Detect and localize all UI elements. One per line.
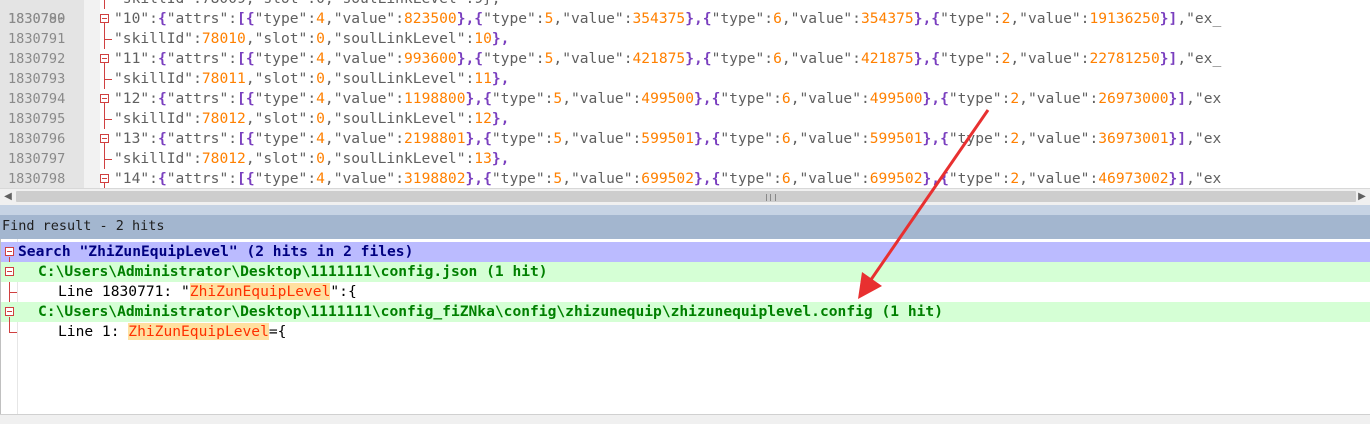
line-number: 1830794	[8, 91, 66, 107]
scroll-left-icon[interactable]: ◀	[0, 189, 16, 205]
code-editor[interactable]: 1830789 "skillId":78009,"slot":0,"soulLi…	[0, 0, 1370, 188]
line-number: 1830798	[8, 171, 66, 187]
fold-collapse-icon[interactable]	[100, 54, 109, 63]
collapse-icon[interactable]	[5, 267, 14, 276]
tree-hook	[9, 292, 17, 293]
editor-line: 1830791 "skillId":78010,"slot":0,"soulLin…	[0, 29, 1370, 49]
fold-collapse-icon[interactable]	[100, 174, 109, 183]
result-hit-row[interactable]: Line 1: ZhiZunEquipLevel={	[1, 322, 1370, 342]
editor-line: 1830793 "skillId":78011,"slot":0,"soulLin…	[0, 69, 1370, 89]
fold-collapse-icon[interactable]	[100, 94, 109, 103]
line-code: "11":{"attrs":[{"type":4,"value":993600}…	[114, 50, 1222, 67]
line-number: 1830797	[8, 151, 66, 167]
collapse-icon[interactable]	[5, 307, 14, 316]
line-code: "skillId":78012,"slot":0,"soulLinkLevel"…	[114, 110, 510, 127]
line-number: 1830793	[8, 71, 66, 87]
pane-splitter[interactable]	[0, 205, 1370, 215]
find-results-panel[interactable]: Search "ZhiZunEquipLevel" (2 hits in 2 f…	[0, 239, 1370, 414]
editor-line: 1830792 "11":{"attrs":[{"type":4,"value":…	[0, 49, 1370, 69]
tree-hook	[9, 332, 17, 333]
fold-collapse-icon[interactable]	[100, 134, 109, 143]
scrollbar-thumb[interactable]	[16, 191, 1356, 202]
editor-line: 1830795 "skillId":78012,"slot":0,"soulLin…	[0, 109, 1370, 129]
line-number: 1830796	[8, 131, 66, 147]
editor-line: 1830796 "13":{"attrs":[{"type":4,"value":…	[0, 129, 1370, 149]
result-hit-row[interactable]: Line 1830771: "ZhiZunEquipLevel":{	[1, 282, 1370, 302]
search-summary-row[interactable]: Search "ZhiZunEquipLevel" (2 hits in 2 f…	[1, 242, 1370, 262]
horizontal-scrollbar[interactable]: ◀ ▶	[0, 188, 1370, 205]
line-number: 1830792	[8, 51, 66, 67]
scroll-right-icon[interactable]: ▶	[1354, 189, 1370, 205]
editor-line: 1830798 "14":{"attrs":[{"type":4,"value":…	[0, 169, 1370, 188]
collapse-icon[interactable]	[5, 247, 14, 256]
line-code: "13":{"attrs":[{"type":4,"value":2198801…	[114, 130, 1222, 147]
editor-line: 1830790 "10":{"attrs":[{"type":4,"value":…	[0, 9, 1370, 29]
line-code: "skillId":78012,"slot":0,"soulLinkLevel"…	[114, 150, 510, 167]
line-number: 1830791	[8, 31, 66, 47]
fold-end-hook	[104, 39, 112, 40]
match-highlight: ZhiZunEquipLevel	[189, 283, 331, 300]
line-code: "skillId":78011,"slot":0,"soulLinkLevel"…	[114, 70, 510, 87]
result-file-row[interactable]: C:\Users\Administrator\Desktop\1111111\c…	[1, 302, 1370, 322]
fold-collapse-icon[interactable]	[100, 14, 109, 23]
editor-line: 1830797 "skillId":78012,"slot":0,"soulLin…	[0, 149, 1370, 169]
line-code: "skillId":78010,"slot":0,"soulLinkLevel"…	[114, 30, 510, 47]
grip-icon	[766, 194, 776, 201]
fold-line	[104, 0, 105, 9]
line-code: "14":{"attrs":[{"type":4,"value":3198802…	[114, 170, 1222, 187]
fold-end-hook	[104, 159, 112, 160]
result-file-row[interactable]: C:\Users\Administrator\Desktop\1111111\c…	[1, 262, 1370, 282]
line-code: "12":{"attrs":[{"type":4,"value":1198800…	[114, 90, 1222, 107]
editor-line: 1830794 "12":{"attrs":[{"type":4,"value":…	[0, 89, 1370, 109]
editor-line-partial: 1830789 "skillId":78009,"slot":0,"soulLi…	[0, 0, 1370, 27]
line-number: 1830790	[8, 11, 66, 27]
line-code: "10":{"attrs":[{"type":4,"value":823500}…	[114, 10, 1222, 27]
find-result-title-bar: Find result - 2 hits	[0, 215, 1370, 239]
fold-end-hook	[104, 79, 112, 80]
fold-end-hook	[104, 119, 112, 120]
find-result-title: Find result - 2 hits	[2, 218, 165, 234]
line-number: 1830795	[8, 111, 66, 127]
match-highlight: ZhiZunEquipLevel	[128, 323, 269, 340]
